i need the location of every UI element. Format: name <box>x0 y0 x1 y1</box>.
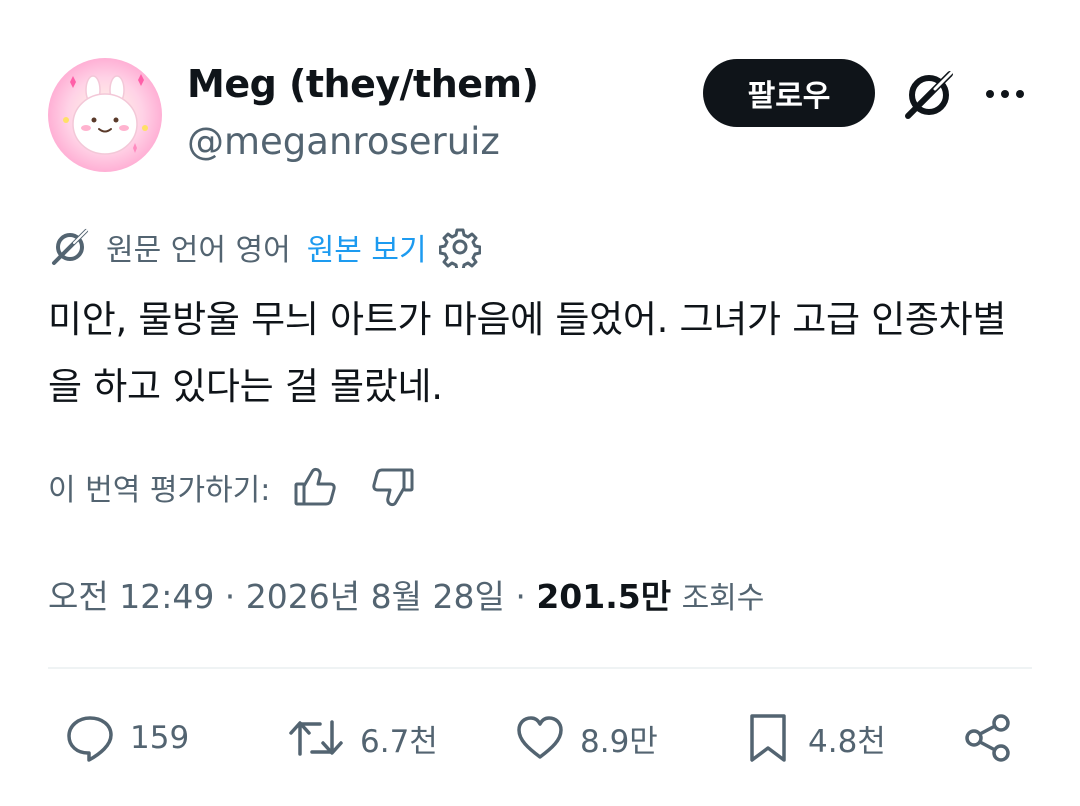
more-icon <box>986 90 1024 98</box>
grok-button[interactable] <box>900 66 958 124</box>
bookmark-button[interactable]: 4.8천 <box>742 710 886 766</box>
tweet-time[interactable]: 오전 12:49 <box>48 577 214 616</box>
like-count: 8.9만 <box>580 723 658 760</box>
repost-icon <box>289 720 343 756</box>
gear-icon[interactable] <box>438 226 481 268</box>
heart-icon <box>517 716 563 759</box>
tweet-date[interactable]: 2026년 8월 28일 <box>246 577 505 616</box>
display-name[interactable]: Meg (they/them) <box>187 62 539 106</box>
reply-button[interactable]: 159 <box>64 710 189 766</box>
share-button[interactable] <box>962 710 1014 766</box>
thumbs-up-icon[interactable] <box>292 464 338 510</box>
meta-separator: · <box>504 577 537 616</box>
follow-button[interactable]: 팔로우 <box>703 59 875 127</box>
meta-separator: · <box>214 577 246 616</box>
share-icon <box>965 714 1010 762</box>
views-label: 조회수 <box>681 581 765 616</box>
show-original-link[interactable]: 원본 보기 <box>307 225 427 269</box>
tweet-meta: 오전 12:49 · 2026년 8월 28일 · 201.5만 조회수 <box>48 570 764 618</box>
tweet-text: 미안, 물방울 무늬 아트가 마음에 들었어. 그녀가 고급 인종차별을 하고 … <box>48 298 1007 408</box>
bookmark-count: 4.8천 <box>808 723 886 760</box>
repost-count: 6.7천 <box>360 723 438 760</box>
translation-bar: 원문 언어 영어 원본 보기 <box>48 222 481 272</box>
reply-icon <box>67 716 113 762</box>
bunny-avatar-icon <box>48 58 162 172</box>
views-count: 201.5만 <box>536 577 672 616</box>
more-button[interactable] <box>978 74 1032 114</box>
rate-translation-label: 이 번역 평가하기: <box>48 473 271 508</box>
divider <box>48 667 1032 669</box>
bookmark-icon <box>750 714 786 762</box>
reply-count: 159 <box>130 720 190 756</box>
repost-button[interactable]: 6.7천 <box>286 710 438 766</box>
grok-translate-icon <box>52 229 88 265</box>
rate-translation: 이 번역 평가하기: <box>48 462 416 512</box>
grok-icon <box>905 70 954 119</box>
source-language-label: 원문 언어 영어 <box>106 233 291 268</box>
avatar[interactable] <box>48 58 162 172</box>
thumbs-down-icon[interactable] <box>370 464 416 510</box>
user-handle[interactable]: @meganroseruiz <box>187 120 500 163</box>
like-button[interactable]: 8.9만 <box>514 710 658 766</box>
